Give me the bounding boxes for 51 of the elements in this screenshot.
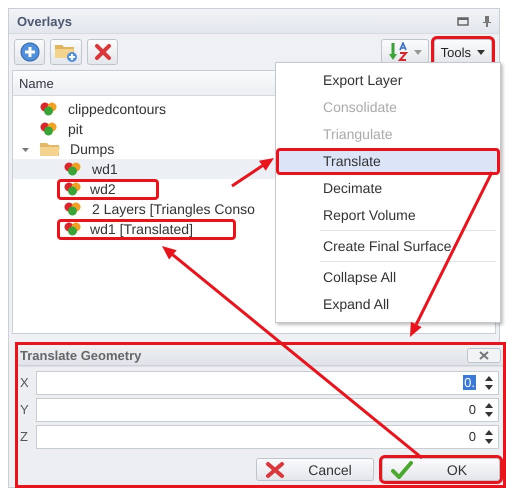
number-field[interactable]: 0 xyxy=(36,424,499,448)
number-field[interactable]: 0. xyxy=(36,370,499,394)
annotation-arrow xyxy=(231,158,274,188)
field-label: Y xyxy=(20,402,30,417)
add-icon xyxy=(20,42,40,62)
spinner-icon[interactable] xyxy=(484,400,494,418)
folder-plus-icon xyxy=(54,42,78,62)
spinner-icon[interactable] xyxy=(484,374,494,392)
dialog-title: Translate Geometry xyxy=(20,348,142,362)
menu-item[interactable]: Report Volume xyxy=(276,202,500,229)
tree-item[interactable]: pit xyxy=(63,118,88,140)
menu-item[interactable]: Collapse All xyxy=(276,264,500,291)
sort-icon xyxy=(388,42,410,62)
number-field[interactable]: 0 xyxy=(36,398,499,422)
tree-item[interactable]: wd2 xyxy=(57,178,159,200)
delete-button[interactable] xyxy=(87,39,118,65)
pin-icon[interactable] xyxy=(483,16,491,26)
menu-item[interactable]: Create Final Surface xyxy=(276,233,500,260)
folder-icon xyxy=(39,141,61,157)
tree-item[interactable]: Dumps xyxy=(65,138,120,160)
tree-item[interactable]: wd1 [Translated] xyxy=(57,218,236,240)
tree-item[interactable]: wd1 xyxy=(87,158,123,180)
menu-item[interactable]: Translate xyxy=(276,148,500,175)
spheres-icon xyxy=(63,182,83,196)
ok-button[interactable]: OK xyxy=(382,458,500,481)
spheres-icon xyxy=(39,122,59,136)
menu-item[interactable]: Decimate xyxy=(276,175,500,202)
spheres-icon xyxy=(63,162,83,176)
field-label: X xyxy=(20,375,30,390)
tree-item[interactable]: 2 Layers [Triangles Conso xyxy=(87,198,260,220)
menu-item[interactable]: Expand All xyxy=(276,291,500,318)
cancel-button[interactable]: Cancel xyxy=(256,458,374,481)
checkmark-icon xyxy=(391,460,413,478)
close-icon xyxy=(479,350,489,360)
spinner-icon[interactable] xyxy=(484,428,494,446)
caret-icon xyxy=(477,50,485,54)
spheres-icon xyxy=(63,202,83,216)
menu-item[interactable]: Export Layer xyxy=(276,67,500,94)
field-label: Z xyxy=(20,429,29,444)
panel-title: Overlays xyxy=(17,14,73,28)
add-folder-button[interactable] xyxy=(50,39,82,65)
delete-icon xyxy=(94,43,112,61)
restore-icon[interactable] xyxy=(457,16,469,26)
close-button[interactable] xyxy=(467,348,501,362)
cancel-icon xyxy=(265,460,285,478)
spheres-icon xyxy=(39,102,59,116)
spheres-icon xyxy=(63,222,83,236)
tree-item[interactable]: clippedcontours xyxy=(63,98,172,120)
caret-icon xyxy=(414,50,422,54)
add-button[interactable] xyxy=(14,39,45,65)
column-header[interactable]: Name xyxy=(19,76,54,90)
